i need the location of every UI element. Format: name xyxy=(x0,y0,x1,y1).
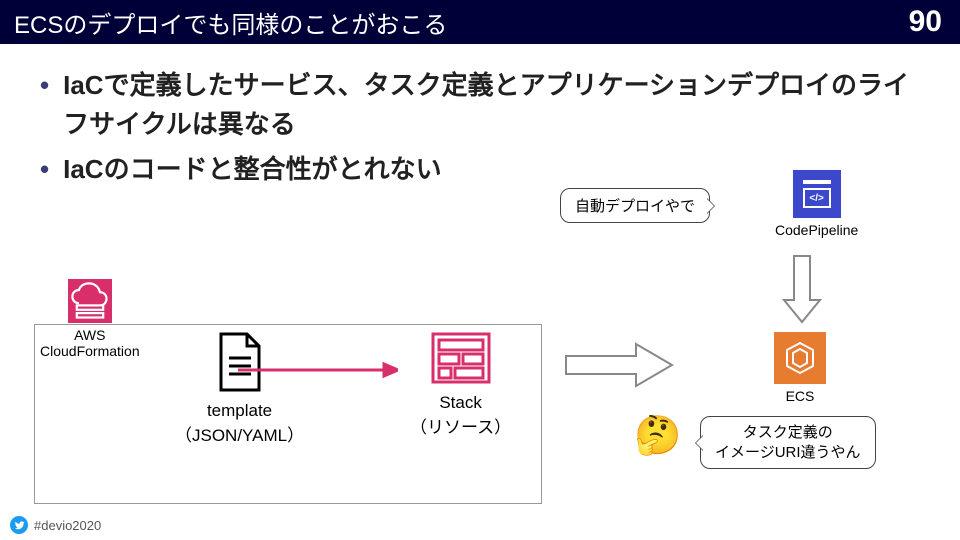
bubble-image-uri: タスク定義の イメージURI違うやん xyxy=(700,416,876,469)
thinking-face-icon: 🤔 xyxy=(634,414,681,458)
arrow-stack-to-ecs xyxy=(564,342,674,388)
cloudformation-icon xyxy=(68,279,112,323)
bullet-dot-icon: • xyxy=(40,66,49,105)
template-label: template （JSON/YAML） xyxy=(175,401,304,446)
architecture-diagram: AWS CloudFormation template （JSON/YAML） xyxy=(0,220,960,540)
bubble-auto-deploy: 自動デプロイやで xyxy=(560,188,710,223)
bullet-text: IaCのコードと整合性がとれない xyxy=(63,150,441,189)
arrow-template-to-stack xyxy=(238,360,398,380)
slide-header: ECSのデプロイでも同様のことがおこる 90 xyxy=(0,0,960,44)
slide-number: 90 xyxy=(909,5,942,39)
slide-title: ECSのデプロイでも同様のことがおこる xyxy=(14,5,447,40)
bubble-text-line1: タスク定義の xyxy=(743,424,833,441)
bullet-text: IaCで定義したサービス、タスク定義とアプリケーションデプロイのライフサイクルは… xyxy=(63,66,920,144)
arrow-codepipeline-to-ecs xyxy=(782,254,822,324)
stack-node: Stack （リソース） xyxy=(410,332,511,438)
footer-hashtag: #devio2020 xyxy=(34,518,101,533)
connector-cf-to-template xyxy=(60,374,180,504)
stack-label: Stack （リソース） xyxy=(410,393,511,438)
codepipeline-label: CodePipeline xyxy=(775,222,858,238)
bullet-item: • IaCで定義したサービス、タスク定義とアプリケーションデプロイのライフサイク… xyxy=(40,66,920,144)
ecs-node: ECS xyxy=(774,332,826,404)
cloudformation-label: AWS CloudFormation xyxy=(40,327,140,359)
bullet-list: • IaCで定義したサービス、タスク定義とアプリケーションデプロイのライフサイク… xyxy=(0,44,960,189)
ecs-label: ECS xyxy=(786,388,815,404)
codepipeline-node: </> CodePipeline xyxy=(775,170,858,238)
slide-footer: #devio2020 xyxy=(10,516,101,534)
codepipeline-icon: </> xyxy=(793,170,841,218)
bubble-text: 自動デプロイやで xyxy=(575,198,695,215)
cloudformation-node: AWS CloudFormation xyxy=(40,279,140,359)
stack-icon xyxy=(431,332,491,389)
bullet-dot-icon: • xyxy=(40,150,49,189)
ecs-icon xyxy=(774,332,826,384)
bubble-text-line2: イメージURI違うやん xyxy=(715,444,861,461)
twitter-icon xyxy=(10,516,28,534)
template-node: template （JSON/YAML） xyxy=(175,332,304,446)
